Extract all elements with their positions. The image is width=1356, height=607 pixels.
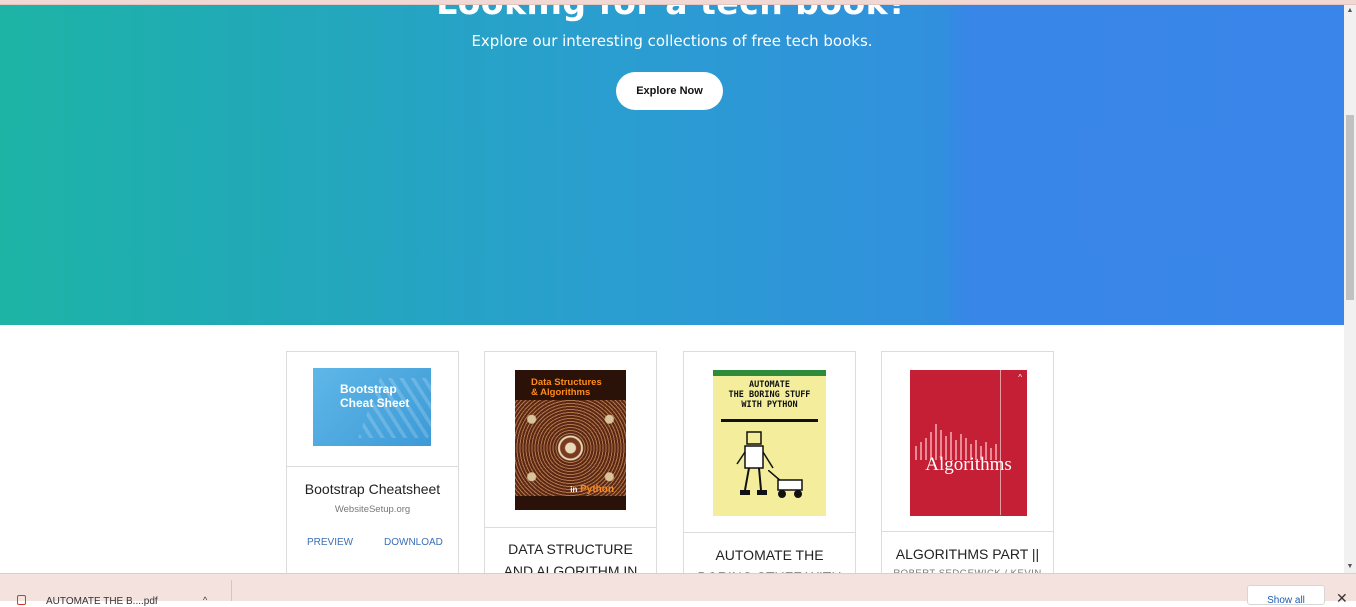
book-cover-frame[interactable]: AUTOMATE THE BORING STUFF WITH PYTHON — [683, 351, 856, 533]
book-cover-image[interactable]: Data Structures & Algorithms in Python — [515, 370, 626, 510]
downloads-bar: AUTOMATE THE B....pdf ^ Show all ✕ — [0, 573, 1356, 607]
scroll-thumb[interactable] — [1346, 115, 1354, 300]
book-publisher: WebsiteSetup.org — [334, 504, 411, 515]
cover-caret-icon: ^ — [1018, 373, 1022, 382]
hero-subtitle: Explore our interesting collections of f… — [471, 32, 873, 50]
cover-title: Bootstrap Cheat Sheet — [340, 382, 410, 410]
downloads-divider — [231, 580, 232, 601]
book-cover-frame[interactable]: ^ Algorithms — [881, 351, 1054, 532]
book-card-data-structures: Data Structures & Algorithms in Python D… — [484, 351, 657, 581]
book-card-automate: AUTOMATE THE BORING STUFF WITH PYTHON AU… — [683, 351, 856, 585]
book-title[interactable]: ALGORITHMS PART || — [882, 543, 1053, 565]
cover-title: AUTOMATE THE BORING STUFF WITH PYTHON — [728, 380, 811, 410]
cover-title: Data Structures & Algorithms — [531, 377, 602, 398]
hero-title: Looking for a tech book? — [0, 5, 1344, 22]
cover-band — [713, 370, 826, 376]
close-icon[interactable]: ✕ — [1336, 590, 1348, 607]
book-card-bootstrap: Bootstrap Cheat Sheet Bootstrap Cheatshe… — [286, 351, 459, 581]
lawnmower-illustration-icon — [768, 470, 803, 498]
book-cover-frame[interactable]: Data Structures & Algorithms in Python — [484, 351, 657, 528]
scroll-down-arrow-icon[interactable]: ▼ — [1344, 561, 1356, 573]
cover-pattern — [515, 400, 626, 496]
cover-language: in Python — [570, 484, 614, 495]
show-all-button[interactable]: Show all — [1247, 585, 1325, 606]
pdf-file-icon — [17, 595, 26, 605]
book-cover-image[interactable]: ^ Algorithms — [910, 370, 1027, 516]
book-card-algorithms: ^ Algorithms ALGORITHMS PART || ROBERT S… — [881, 351, 1054, 581]
chevron-up-icon[interactable]: ^ — [203, 595, 207, 605]
preview-link[interactable]: PREVIEW — [307, 537, 353, 548]
hero-banner: Looking for a tech book? Explore our int… — [0, 5, 1344, 325]
book-title[interactable]: Bootstrap Cheatsheet — [287, 478, 458, 500]
book-cover-image[interactable]: AUTOMATE THE BORING STUFF WITH PYTHON — [713, 370, 826, 516]
explore-now-button[interactable]: Explore Now — [616, 72, 723, 110]
download-link[interactable]: DOWNLOAD — [384, 537, 443, 548]
download-file-name[interactable]: AUTOMATE THE B....pdf — [46, 596, 158, 607]
book-cover-image[interactable]: Bootstrap Cheat Sheet — [313, 368, 431, 446]
cover-rule — [721, 419, 818, 422]
page-scrollbar[interactable]: ▲ ▼ — [1344, 5, 1356, 573]
cover-title: Algorithms — [925, 454, 1012, 475]
book-cover-frame[interactable]: Bootstrap Cheat Sheet — [286, 351, 459, 467]
scroll-up-arrow-icon[interactable]: ▲ — [1344, 5, 1356, 17]
